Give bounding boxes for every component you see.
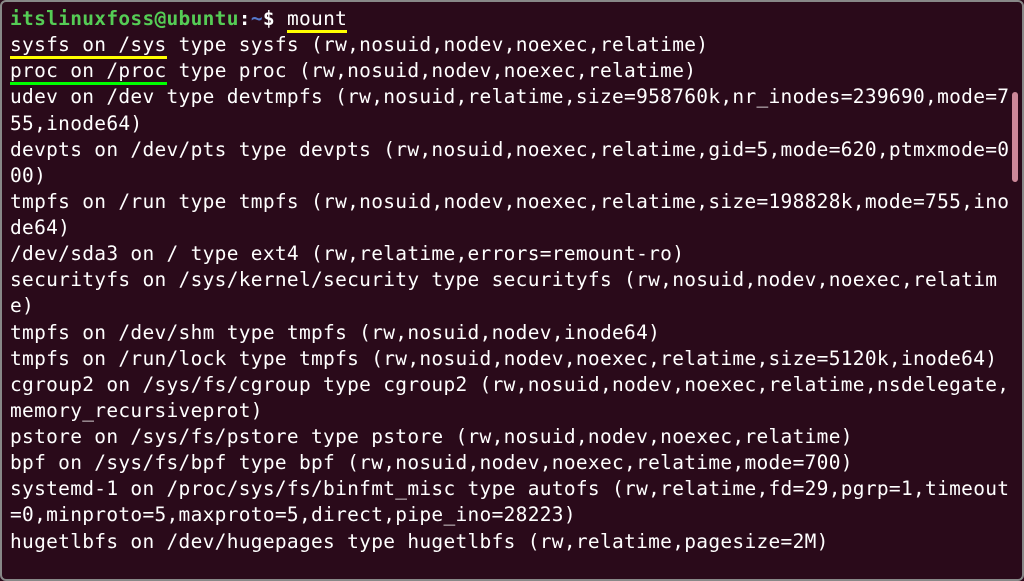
mount-entry-tmpfs-shm: tmpfs on /dev/shm type tmpfs (rw,nosuid,… [10,320,1014,346]
mount-entry-tmpfs-run: tmpfs on /run type tmpfs (rw,nosuid,node… [10,189,1014,241]
command-text: mount [287,7,347,33]
mount-entry-proc: proc on /proc type proc (rw,nosuid,nodev… [10,58,1014,84]
prompt-colon: : [239,7,251,30]
sysfs-highlight: sysfs on /sys [10,33,167,59]
prompt-path: ~ [251,7,263,30]
terminal-output[interactable]: itslinuxfoss@ubuntu:~$ mount sysfs on /s… [10,6,1014,555]
mount-entry-bpf: bpf on /sys/fs/bpf type bpf (rw,nosuid,n… [10,450,1014,476]
mount-entry-securityfs: securityfs on /sys/kernel/security type … [10,267,1014,319]
prompt-user-host: itslinuxfoss@ubuntu [10,7,239,30]
mount-entry-sda3: /dev/sda3 on / type ext4 (rw,relatime,er… [10,241,1014,267]
mount-entry-udev: udev on /dev type devtmpfs (rw,nosuid,re… [10,84,1014,136]
mount-entry-cgroup2: cgroup2 on /sys/fs/cgroup type cgroup2 (… [10,372,1014,424]
proc-highlight: proc on /proc [10,59,167,85]
mount-entry-tmpfs-lock: tmpfs on /run/lock type tmpfs (rw,nosuid… [10,346,1014,372]
prompt-dollar: $ [263,7,287,30]
proc-rest: type proc (rw,nosuid,nodev,noexec,relati… [167,59,697,82]
mount-entry-pstore: pstore on /sys/fs/pstore type pstore (rw… [10,424,1014,450]
sysfs-rest: type sysfs (rw,nosuid,nodev,noexec,relat… [167,33,709,56]
mount-entry-sysfs: sysfs on /sys type sysfs (rw,nosuid,node… [10,32,1014,58]
mount-entry-hugetlbfs: hugetlbfs on /dev/hugepages type hugetlb… [10,529,1014,555]
scrollbar-thumb[interactable] [1012,92,1018,182]
mount-entry-systemd1: systemd-1 on /proc/sys/fs/binfmt_misc ty… [10,476,1014,528]
prompt-line: itslinuxfoss@ubuntu:~$ mount [10,6,1014,32]
mount-entry-devpts: devpts on /dev/pts type devpts (rw,nosui… [10,137,1014,189]
